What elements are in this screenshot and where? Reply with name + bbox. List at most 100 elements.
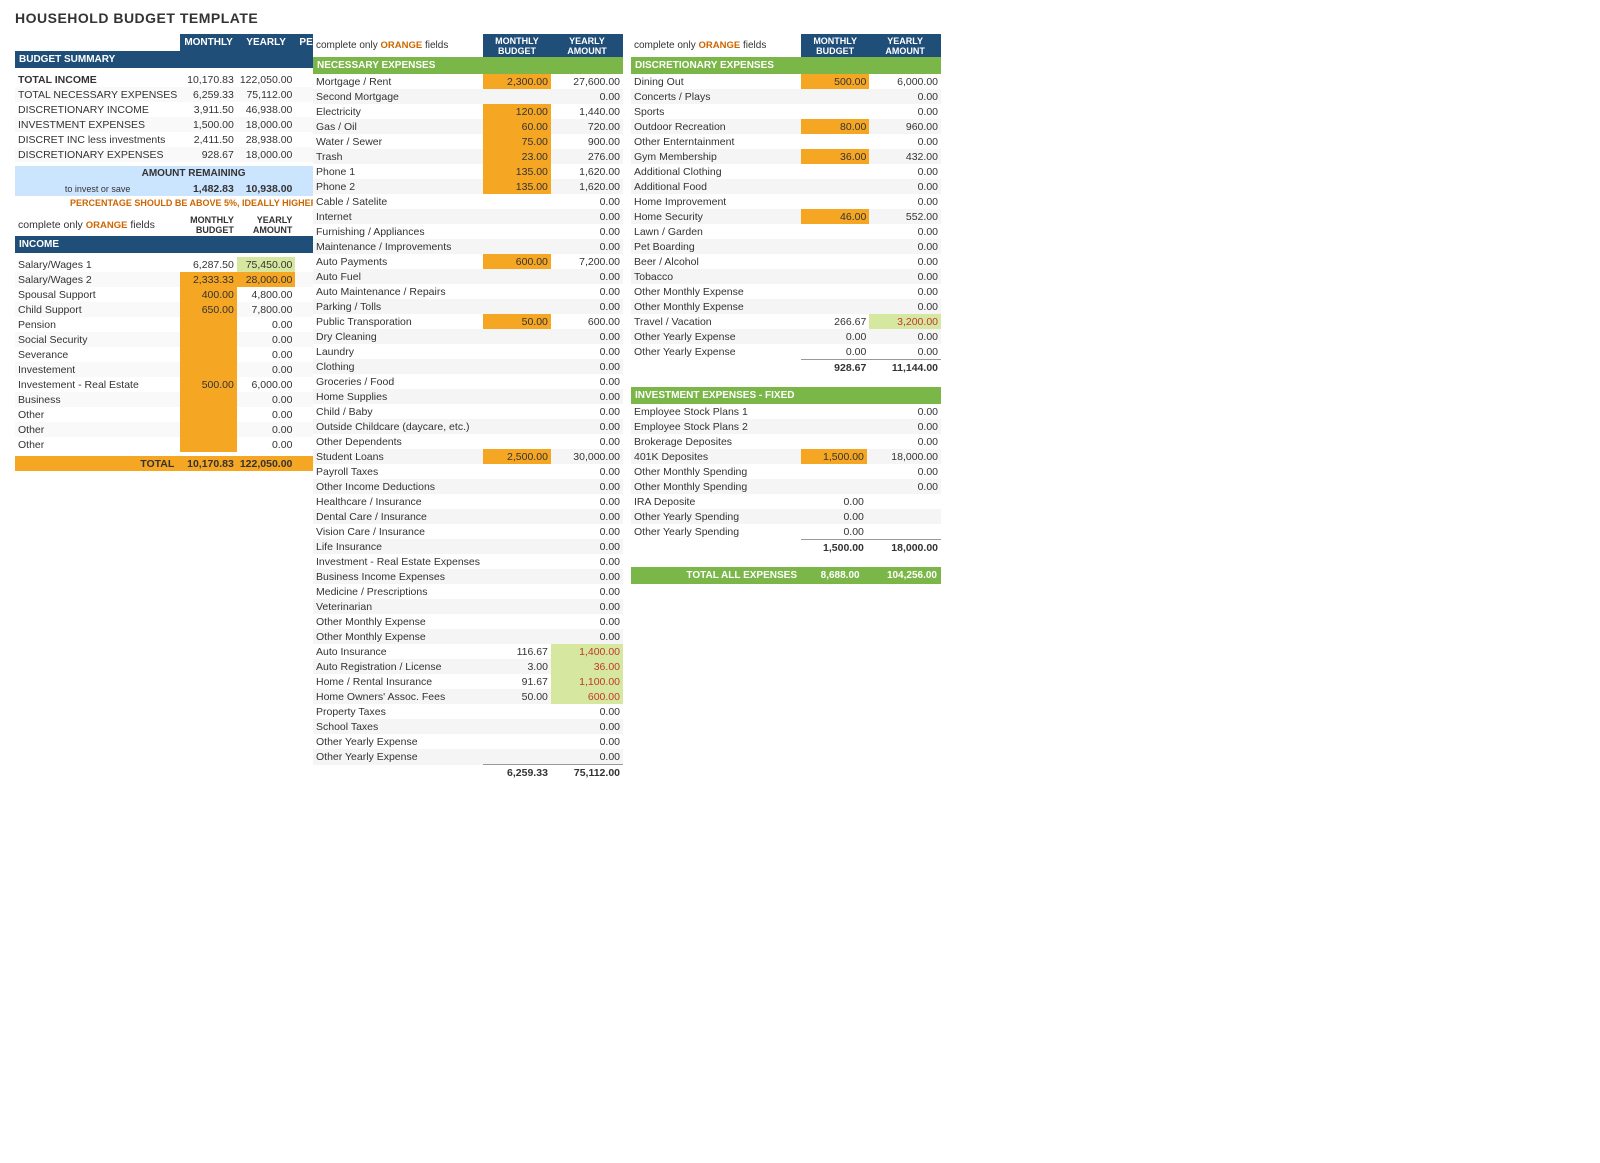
disc-yearly: 0.00 <box>869 104 941 119</box>
expense-monthly <box>483 239 551 254</box>
necessary-expense-row: Property Taxes0.00 <box>313 704 623 719</box>
expense-label: Other Yearly Expense <box>313 749 483 765</box>
expense-label: Auto Payments <box>313 254 483 269</box>
label: Salary/Wages 1 <box>15 257 180 272</box>
expense-yearly: 276.00 <box>551 149 623 164</box>
inv-label: Employee Stock Plans 1 <box>631 404 801 419</box>
expense-yearly: 0.00 <box>551 359 623 374</box>
disc-yearly: 0.00 <box>869 134 941 149</box>
expense-yearly: 0.00 <box>551 344 623 359</box>
expense-monthly: 135.00 <box>483 179 551 194</box>
total-label: TOTAL <box>15 456 180 471</box>
expense-yearly: 0.00 <box>551 704 623 719</box>
expense-yearly: 7,200.00 <box>551 254 623 269</box>
inv-expense-row: Other Yearly Spending0.00 <box>631 524 941 540</box>
expense-label: Auto Fuel <box>313 269 483 284</box>
expense-yearly: 0.00 <box>551 719 623 734</box>
disc-label: Home Improvement <box>631 194 801 209</box>
necessary-expense-row: Auto Payments600.007,200.00 <box>313 254 623 269</box>
label: Severance <box>15 347 180 362</box>
income-yearly-label: YEARLYAMOUNT <box>237 213 296 236</box>
inv-expense-row: Other Monthly Spending0.00 <box>631 479 941 494</box>
expense-monthly: 600.00 <box>483 254 551 269</box>
expense-yearly: 1,620.00 <box>551 179 623 194</box>
expense-monthly: 50.00 <box>483 314 551 329</box>
nec-total-yearly: 75,112.00 <box>551 765 623 781</box>
disc-monthly: 266.67 <box>801 314 869 329</box>
expense-monthly: 23.00 <box>483 149 551 164</box>
disc-label: Other Yearly Expense <box>631 329 801 344</box>
expense-label: Outside Childcare (daycare, etc.) <box>313 419 483 434</box>
label: Salary/Wages 2 <box>15 272 180 287</box>
expense-monthly: 3.00 <box>483 659 551 674</box>
yearly: 122,050.00 <box>237 72 296 87</box>
expense-label: Internet <box>313 209 483 224</box>
expense-yearly: 0.00 <box>551 509 623 524</box>
complete-only-label: complete only ORANGE fields <box>15 213 180 236</box>
expense-label: Phone 2 <box>313 179 483 194</box>
yearly: 0.00 <box>237 332 296 347</box>
main-layout: MONTHLY YEARLY PERCENTAGE BUDGET SUMMARY… <box>15 34 1585 780</box>
disc-monthly <box>801 89 869 104</box>
disc-monthly <box>801 239 869 254</box>
expense-monthly <box>483 284 551 299</box>
expense-yearly: 0.00 <box>551 194 623 209</box>
inv-yearly: 18,000.00 <box>867 449 941 464</box>
expense-monthly: 2,300.00 <box>483 74 551 89</box>
orange-text: ORANGE <box>86 220 128 231</box>
disc-expense-row: Additional Food0.00 <box>631 179 941 194</box>
expense-label: Home / Rental Insurance <box>313 674 483 689</box>
necessary-expense-row: Auto Registration / License3.0036.00 <box>313 659 623 674</box>
monthly <box>180 407 237 422</box>
total-all-label: TOTAL ALL EXPENSES <box>631 567 801 584</box>
expense-yearly: 0.00 <box>551 374 623 389</box>
expense-monthly <box>483 329 551 344</box>
fields-text: fields <box>130 219 155 231</box>
expense-monthly <box>483 509 551 524</box>
expense-label: Furnishing / Appliances <box>313 224 483 239</box>
expense-yearly: 1,100.00 <box>551 674 623 689</box>
inv-label: Brokerage Deposites <box>631 434 801 449</box>
disc-expense-row: Lawn / Garden0.00 <box>631 224 941 239</box>
disc-label: Gym Membership <box>631 149 801 164</box>
expense-label: Student Loans <box>313 449 483 464</box>
inv-total-row: 1,500.0018,000.00 <box>631 540 941 556</box>
disc-monthly <box>801 299 869 314</box>
disc-yearly: 0.00 <box>869 344 941 360</box>
necessary-expense-row: Electricity120.001,440.00 <box>313 104 623 119</box>
disc-label: Other Monthly Expense <box>631 284 801 299</box>
necessary-expense-row: Other Income Deductions0.00 <box>313 479 623 494</box>
inv-monthly: 0.00 <box>801 509 867 524</box>
col-monthly-header: MONTHLY <box>180 34 237 51</box>
monthly: 6,259.33 <box>180 87 237 102</box>
expense-monthly <box>483 224 551 239</box>
disc-yearly: 0.00 <box>869 239 941 254</box>
expense-monthly <box>483 269 551 284</box>
expense-yearly: 0.00 <box>551 209 623 224</box>
expense-yearly: 0.00 <box>551 269 623 284</box>
disc-expense-row: Other Yearly Expense0.000.00 <box>631 329 941 344</box>
expense-monthly: 60.00 <box>483 119 551 134</box>
necessary-expense-row: Outside Childcare (daycare, etc.)0.00 <box>313 419 623 434</box>
necessary-expense-row: School Taxes0.00 <box>313 719 623 734</box>
disc-monthly <box>801 224 869 239</box>
necessary-expense-row: Auto Fuel 0.00 <box>313 269 623 284</box>
expense-monthly <box>483 614 551 629</box>
expense-label: Child / Baby <box>313 404 483 419</box>
inv-yearly: 0.00 <box>867 464 941 479</box>
disc-monthly <box>801 164 869 179</box>
necessary-expenses-header: NECESSARY EXPENSES <box>313 57 623 74</box>
page-title: HOUSEHOLD BUDGET TEMPLATE <box>15 10 1585 26</box>
yearly: 18,000.00 <box>237 117 296 132</box>
total-all-expenses-table: TOTAL ALL EXPENSES 8,688.00 104,256.00 <box>631 567 941 584</box>
disc-monthly <box>801 194 869 209</box>
label: TOTAL INCOME <box>15 72 180 87</box>
expense-monthly: 91.67 <box>483 674 551 689</box>
yearly: 28,938.00 <box>237 132 296 147</box>
expense-monthly <box>483 434 551 449</box>
yearly: 18,000.00 <box>237 147 296 162</box>
label: Social Security <box>15 332 180 347</box>
expense-label: Other Income Deductions <box>313 479 483 494</box>
disc-yearly: 0.00 <box>869 269 941 284</box>
expense-monthly <box>483 734 551 749</box>
